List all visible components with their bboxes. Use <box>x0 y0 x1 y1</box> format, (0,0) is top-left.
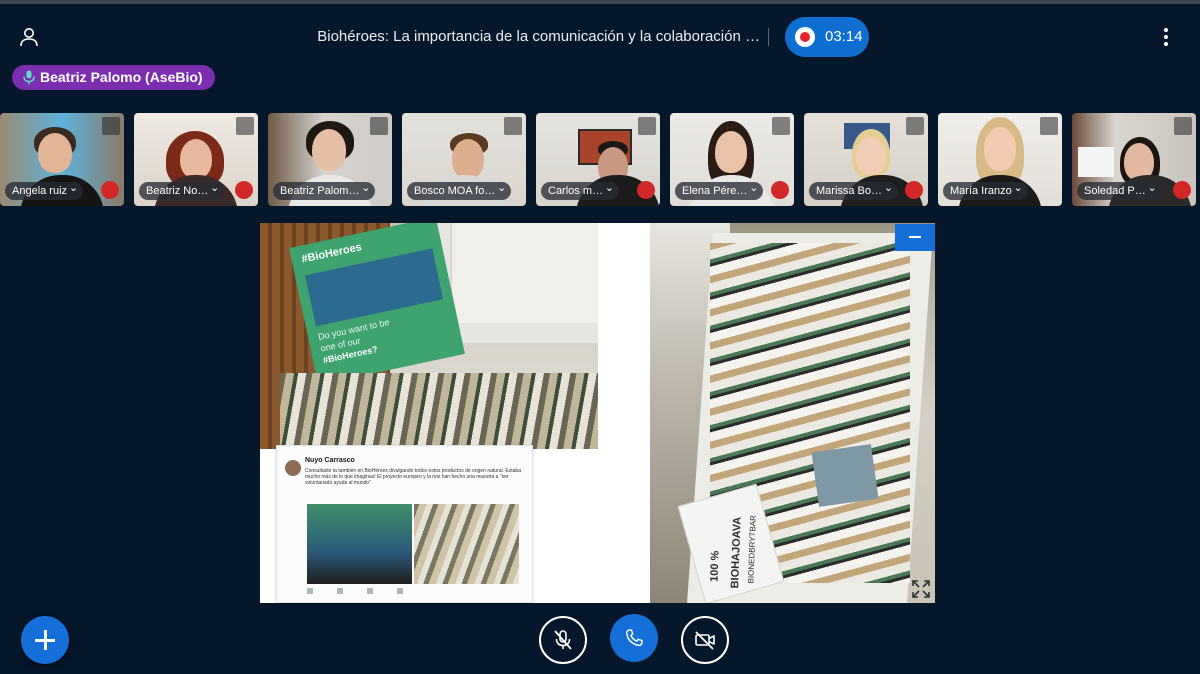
participant-strip: Angela ruiz Beatriz No… Beatriz Palom… B… <box>0 113 1200 207</box>
participant-name[interactable]: Beatriz Palom… <box>273 182 376 200</box>
mic-muted-icon <box>905 181 923 199</box>
shared-screen: #BioHeroes Do you want to be one of our … <box>260 223 935 603</box>
kebab-icon <box>1156 28 1176 46</box>
microphone-icon <box>23 70 35 85</box>
camera-off-icon <box>695 631 715 650</box>
tweet-author: Nuyo Carrasco <box>305 457 355 464</box>
mic-muted-icon <box>235 181 253 199</box>
bioheroes-banner: #BioHeroes Do you want to be one of our … <box>289 223 465 386</box>
participant-name[interactable]: María Iranzo <box>943 182 1028 200</box>
participant-tile[interactable]: Marissa Bo… <box>804 113 928 206</box>
recording-timer: 03:14 <box>825 28 863 45</box>
participant-name[interactable]: Marissa Bo… <box>809 182 899 200</box>
exhibition-photo: #BioHeroes Do you want to be one of our … <box>260 223 598 449</box>
participant-tile[interactable]: Beatriz Palom… <box>268 113 392 206</box>
expand-icon[interactable] <box>370 117 388 135</box>
meeting-title: Biohéroes: La importancia de la comunica… <box>317 28 760 45</box>
expand-icon[interactable] <box>236 117 254 135</box>
bag-line: BIONEDBRYTBAR <box>746 514 758 584</box>
actions-plus-button[interactable] <box>21 616 69 664</box>
participant-tile[interactable]: Soledad P… <box>1072 113 1196 206</box>
participant-tile[interactable]: Bosco MOA fo… <box>402 113 526 206</box>
active-speaker-name: Beatriz Palomo (AseBio) <box>40 69 203 85</box>
participant-tile[interactable]: Beatriz No… <box>134 113 258 206</box>
mic-muted-icon <box>637 181 655 199</box>
participant-name[interactable]: Elena Pére… <box>675 182 764 200</box>
more-options-button[interactable] <box>1156 26 1176 48</box>
expand-icon[interactable] <box>638 117 656 135</box>
participant-name[interactable]: Carlos m… <box>541 182 620 200</box>
banner-hashtag: #BioHeroes <box>300 241 363 266</box>
expand-icon[interactable] <box>772 117 790 135</box>
products-table-photo: 100 % BIOHAJOAVA BIONEDBRYTBAR <box>650 223 935 603</box>
phone-icon <box>625 629 643 647</box>
active-speaker-tag: Beatriz Palomo (AseBio) <box>12 65 215 90</box>
minus-icon <box>909 236 921 238</box>
expand-icon[interactable] <box>906 117 924 135</box>
participants-button[interactable] <box>18 26 40 48</box>
person-icon <box>20 28 38 47</box>
participant-tile[interactable]: Carlos m… <box>536 113 660 206</box>
fullscreen-button[interactable] <box>910 578 932 600</box>
participant-name[interactable]: Bosco MOA fo… <box>407 182 512 200</box>
participant-tile[interactable]: Elena Pére… <box>670 113 794 206</box>
bag-line: BIOHAJOAVA <box>729 516 744 589</box>
participant-name[interactable]: Angela ruiz <box>5 182 84 200</box>
recording-indicator[interactable]: 03:14 <box>785 17 869 57</box>
record-icon <box>795 27 815 47</box>
camera-toggle-button[interactable] <box>681 616 729 664</box>
participant-name[interactable]: Beatriz No… <box>139 182 225 200</box>
mic-muted-icon <box>1173 181 1191 199</box>
leave-call-button[interactable] <box>610 614 658 662</box>
participant-tile[interactable]: María Iranzo <box>938 113 1062 206</box>
window-top-border <box>0 0 1200 4</box>
bag-line: 100 % <box>708 550 722 583</box>
tweet-text: Consultaste ta también en BioHéroes divu… <box>305 468 521 486</box>
tweet-card: Nuyo Carrasco Consultaste ta también en … <box>276 445 533 603</box>
mic-muted-icon <box>771 181 789 199</box>
expand-icon[interactable] <box>102 117 120 135</box>
fullscreen-icon <box>912 580 930 598</box>
minimize-screen-button[interactable] <box>895 224 935 251</box>
participant-name[interactable]: Soledad P… <box>1077 182 1162 200</box>
mic-muted-icon <box>101 181 119 199</box>
expand-icon[interactable] <box>504 117 522 135</box>
microphone-muted-icon <box>554 630 572 650</box>
mute-button[interactable] <box>539 616 587 664</box>
header-divider <box>768 28 769 46</box>
expand-icon[interactable] <box>1174 117 1192 135</box>
participant-tile[interactable]: Angela ruiz <box>0 113 124 206</box>
expand-icon[interactable] <box>1040 117 1058 135</box>
